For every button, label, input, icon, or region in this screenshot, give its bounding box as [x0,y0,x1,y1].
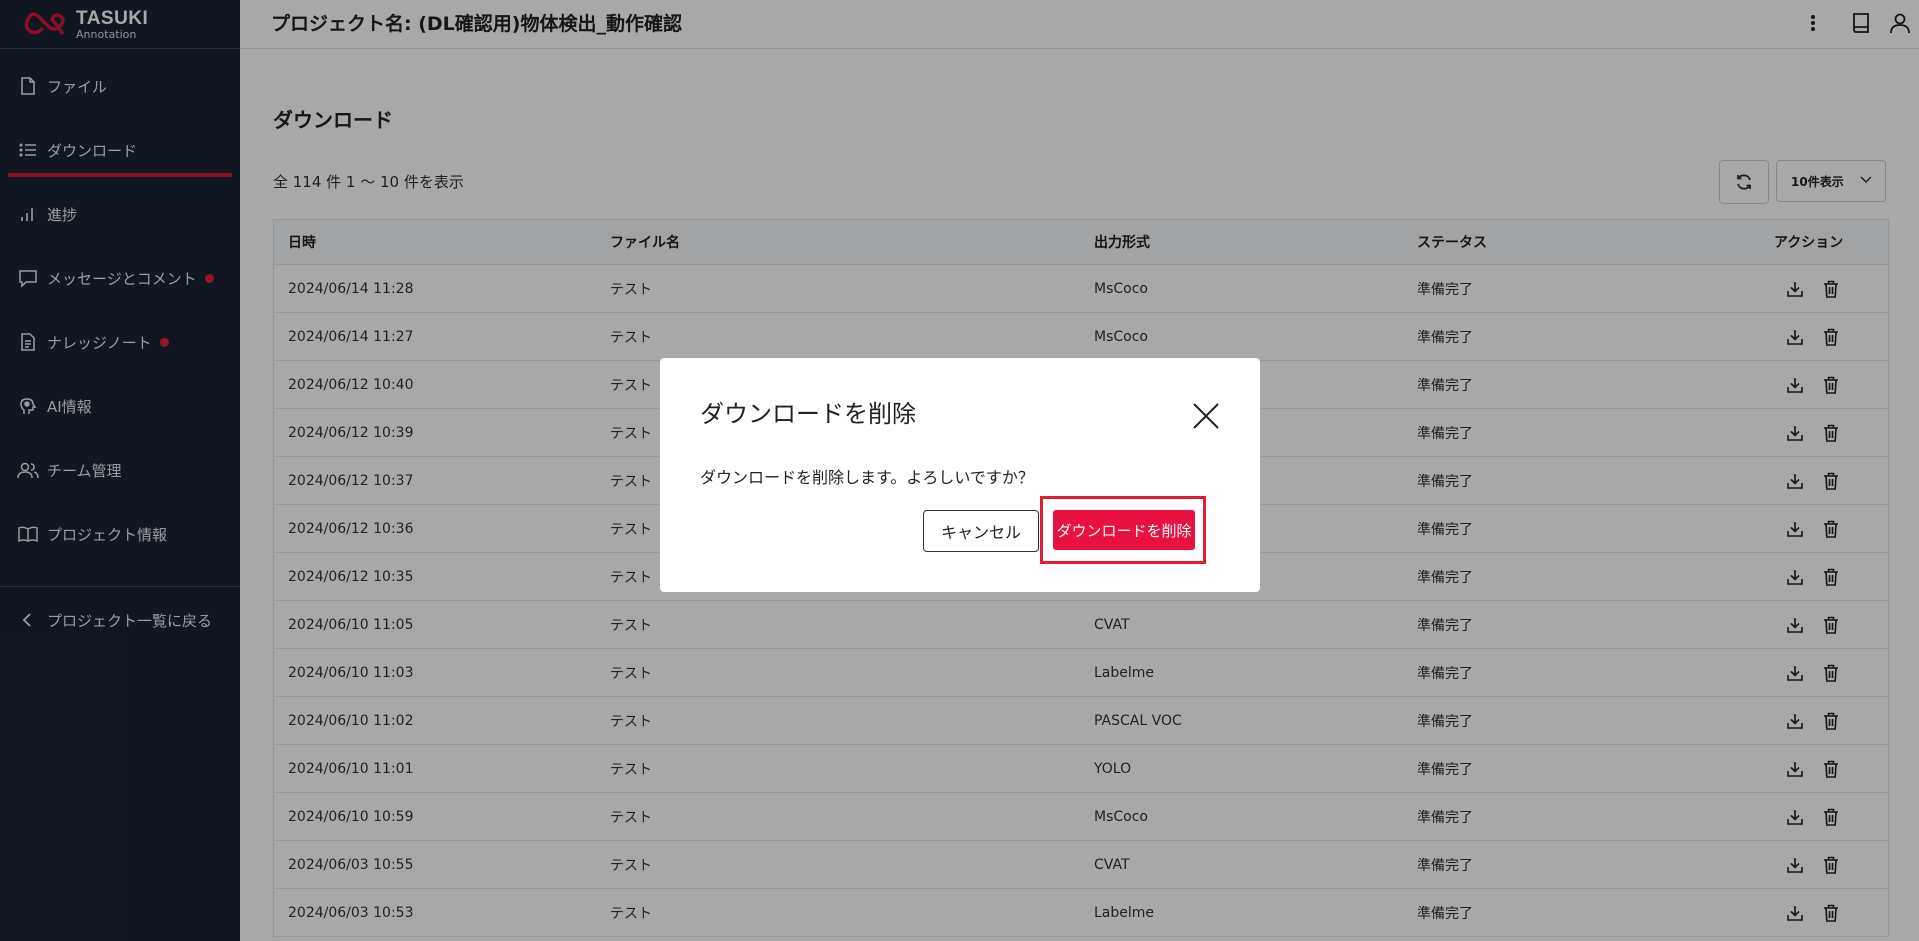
close-icon[interactable] [1190,400,1222,432]
dialog-title: ダウンロードを削除 [700,400,916,428]
delete-download-dialog: ダウンロードを削除 ダウンロードを削除します。よろしいですか？ キャンセル ダウ… [660,358,1260,592]
confirm-delete-button[interactable]: ダウンロードを削除 [1053,510,1195,550]
dialog-message: ダウンロードを削除します。よろしいですか？ [700,468,1034,487]
cancel-button[interactable]: キャンセル [923,510,1039,552]
